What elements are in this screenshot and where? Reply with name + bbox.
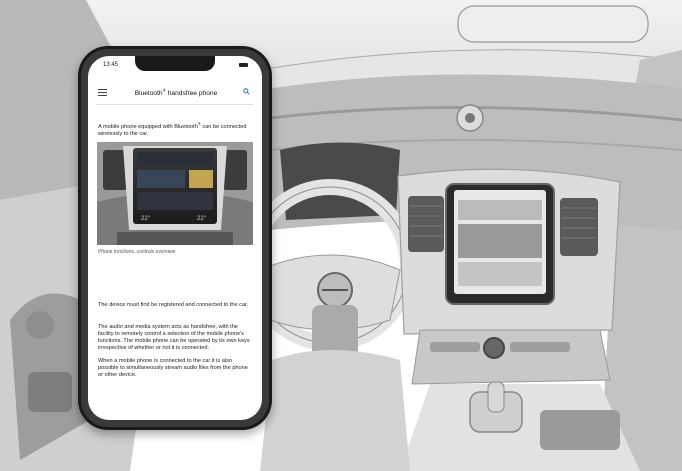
figure-temp-left: 22° bbox=[141, 216, 151, 222]
paragraph-handsfree: The audio and media system acts as hands… bbox=[98, 324, 250, 351]
figure-temp-right: 22° bbox=[197, 216, 207, 222]
page-title: Bluetooth® handsfree phone bbox=[134, 88, 218, 98]
paragraph-registration: The device must first be registered and … bbox=[98, 302, 249, 308]
phone-notch bbox=[135, 56, 215, 71]
controls-overview-figure: 22° 22° bbox=[97, 142, 253, 245]
phone-mockup: 13:45 Bluetooth® handsfree phone A mobil… bbox=[78, 46, 272, 430]
intro-text: A mobile phone equipped with Bluetooth® … bbox=[98, 121, 247, 137]
rearview-mirror bbox=[457, 5, 649, 43]
figure-caption: Phone functions, controls overview bbox=[98, 249, 176, 255]
battery-icon bbox=[239, 63, 248, 67]
search-icon[interactable] bbox=[243, 88, 250, 95]
status-time: 13:45 bbox=[103, 62, 119, 68]
menu-icon[interactable] bbox=[98, 89, 107, 96]
header-divider bbox=[96, 104, 254, 105]
phone-screen: 13:45 Bluetooth® handsfree phone A mobil… bbox=[88, 56, 262, 420]
paragraph-streaming: When a mobile phone is connected to the … bbox=[98, 358, 248, 378]
app-header: Bluetooth® handsfree phone bbox=[88, 84, 262, 102]
